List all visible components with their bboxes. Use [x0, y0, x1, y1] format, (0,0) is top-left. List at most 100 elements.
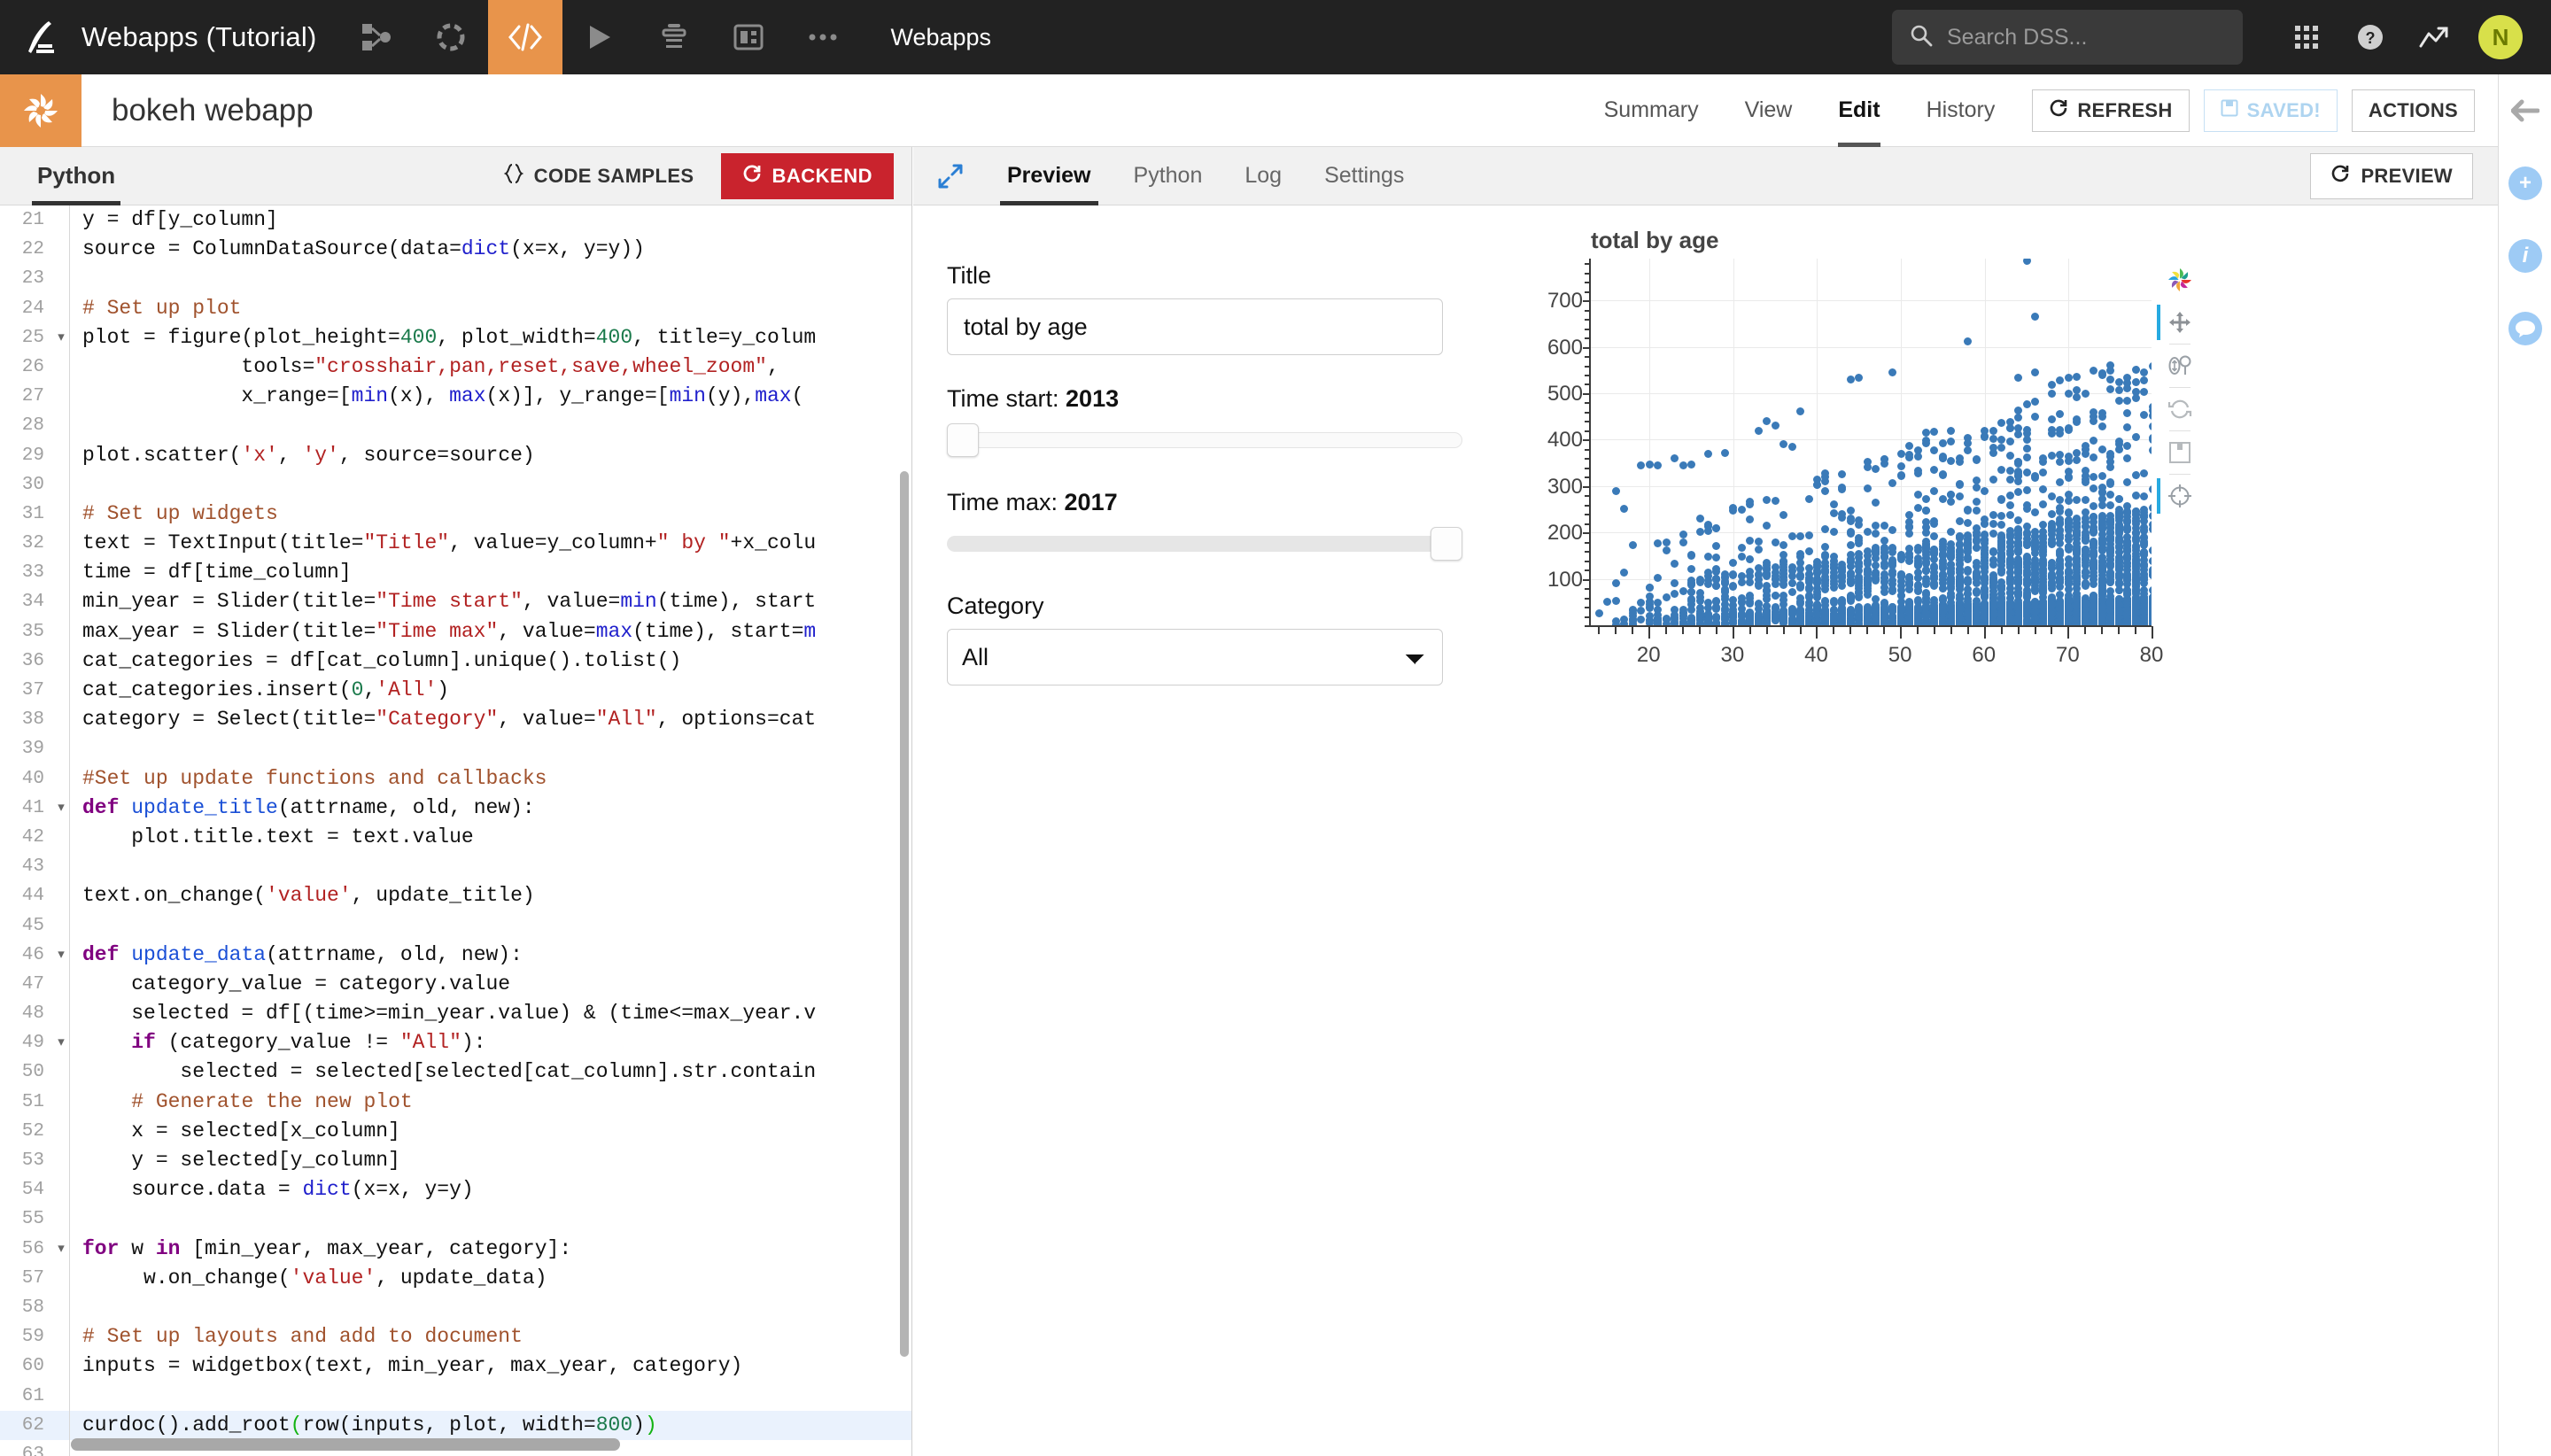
time-max-slider-handle[interactable]: [1431, 527, 1462, 561]
code-line[interactable]: 26 tools="crosshair,pan,reset,save,wheel…: [0, 352, 911, 383]
code-line[interactable]: 52 x = selected[x_column]: [0, 1116, 911, 1146]
code-line[interactable]: 27 x_range=[min(x), max(x)], y_range=[mi…: [0, 382, 911, 412]
refresh-button[interactable]: REFRESH: [2032, 89, 2190, 132]
code-line[interactable]: 43: [0, 852, 911, 882]
code-line[interactable]: 32 text = TextInput(title="Title", value=…: [0, 529, 911, 559]
code-line[interactable]: 22 source = ColumnDataSource(data=dict(x=…: [0, 235, 911, 265]
code-line[interactable]: 51 # Generate the new plot: [0, 1087, 911, 1117]
code-line[interactable]: 44 text.on_change('value', update_title): [0, 881, 911, 911]
dataiku-bird-icon[interactable]: [0, 0, 81, 74]
tab-edit[interactable]: Edit: [1815, 74, 1903, 147]
code-line[interactable]: 47 category_value = category.value: [0, 969, 911, 1000]
code-line[interactable]: 21 y = df[y_column]: [0, 205, 911, 236]
code-line[interactable]: 50 selected = selected[selected[cat_colu…: [0, 1057, 911, 1088]
backend-button[interactable]: BACKEND: [720, 152, 894, 199]
code-line[interactable]: 54 source.data = dict(x=x, y=y): [0, 1175, 911, 1205]
editor-vertical-scrollbar[interactable]: [900, 471, 909, 1357]
preview-button[interactable]: PREVIEW: [2310, 152, 2473, 199]
code-line[interactable]: 33 time = df[time_column]: [0, 558, 911, 588]
saved-button[interactable]: SAVED!: [2203, 89, 2338, 132]
code-line[interactable]: 25 ▾ plot = figure(plot_height=400, plot_w…: [0, 322, 911, 352]
tab-python[interactable]: Python: [1113, 147, 1224, 205]
flow-icon[interactable]: [339, 0, 414, 74]
code-editor[interactable]: 21 y = df[y_column] 22 source = ColumnDataS…: [0, 205, 911, 1456]
info-icon[interactable]: i: [2499, 220, 2551, 292]
code-line[interactable]: 39: [0, 734, 911, 764]
code-line[interactable]: 35 max_year = Slider(title="Time max", va…: [0, 616, 911, 647]
code-brackets-icon[interactable]: [488, 0, 563, 74]
title-input[interactable]: [947, 298, 1443, 355]
bokeh-plot[interactable]: total by age 100 200 300 400 500 600 700 20 30 40…: [1524, 227, 2233, 687]
plot-frame[interactable]: [1590, 259, 2152, 625]
editor-horizontal-scrollbar[interactable]: [71, 1438, 620, 1451]
code-line[interactable]: 29 plot.scatter('x', 'y', source=source): [0, 440, 911, 470]
time-start-slider-handle[interactable]: [947, 423, 979, 457]
tab-log[interactable]: Log: [1223, 147, 1303, 205]
tab-preview[interactable]: Preview: [986, 147, 1113, 205]
fold-toggle[interactable]: ▾: [53, 1235, 69, 1264]
time-max-slider[interactable]: [947, 525, 1478, 562]
code-line[interactable]: 45: [0, 910, 911, 941]
collapse-arrow-icon[interactable]: [2499, 74, 2551, 147]
code-line[interactable]: 23: [0, 264, 911, 294]
code-line[interactable]: 59 # Set up layouts and add to document: [0, 1322, 911, 1352]
tab-summary[interactable]: Summary: [1581, 74, 1722, 147]
grid-apps-icon[interactable]: [2275, 0, 2338, 74]
play-icon[interactable]: [562, 0, 637, 74]
wheel-zoom-icon[interactable]: [2160, 345, 2199, 387]
code-line[interactable]: 24 # Set up plot: [0, 293, 911, 323]
crosshair-icon[interactable]: [2157, 475, 2199, 517]
fold-toggle[interactable]: ▾: [53, 1028, 69, 1057]
code-line[interactable]: 34 min_year = Slider(title="Time start", …: [0, 587, 911, 617]
scatter-point: [1922, 495, 1930, 504]
code-line[interactable]: 62 curdoc().add_root(row(inputs, plot, wi…: [0, 1410, 911, 1440]
save-floppy-icon[interactable]: [2160, 431, 2199, 474]
fold-toggle[interactable]: ▾: [53, 323, 69, 352]
code-line[interactable]: 49 ▾ if (category_value != "All"):: [0, 1028, 911, 1058]
tab-settings[interactable]: Settings: [1303, 147, 1425, 205]
code-line[interactable]: 42 plot.title.text = text.value: [0, 822, 911, 853]
tab-python-code[interactable]: Python: [31, 147, 121, 205]
code-line[interactable]: 41 ▾ def update_title(attrname, old, new):: [0, 793, 911, 823]
code-line[interactable]: 36 cat_categories = df[cat_column].unique…: [0, 646, 911, 676]
project-title[interactable]: Webapps (Tutorial): [81, 21, 339, 53]
pan-move-icon[interactable]: [2157, 301, 2199, 344]
code-line[interactable]: 60 inputs = widgetbox(text, min_year, max…: [0, 1351, 911, 1382]
fold-toggle[interactable]: ▾: [53, 794, 69, 823]
avatar[interactable]: N: [2478, 15, 2523, 59]
help-question-icon[interactable]: ?: [2338, 0, 2402, 74]
actions-button[interactable]: ACTIONS: [2351, 89, 2475, 132]
scatter-point: [1746, 515, 1755, 523]
code-line[interactable]: 40 #Set up update functions and callbacks: [0, 763, 911, 794]
code-line[interactable]: 57 w.on_change('value', update_data): [0, 1263, 911, 1293]
code-line[interactable]: 28: [0, 411, 911, 441]
jobs-icon[interactable]: [637, 0, 711, 74]
trending-up-icon[interactable]: [2402, 0, 2466, 74]
dashboard-icon[interactable]: [711, 0, 786, 74]
tab-history[interactable]: History: [1904, 74, 2019, 147]
search-box[interactable]: [1892, 10, 2243, 65]
more-dots-icon[interactable]: [786, 0, 860, 74]
reset-icon[interactable]: [2160, 388, 2199, 430]
fold-toggle[interactable]: ▾: [53, 941, 69, 970]
code-line[interactable]: 46 ▾ def update_data(attrname, old, new):: [0, 940, 911, 970]
add-plus-icon[interactable]: +: [2499, 147, 2551, 220]
code-line[interactable]: 37 cat_categories.insert(0,'All'): [0, 676, 911, 706]
code-line[interactable]: 56 ▾ for w in [min_year, max_year, categor…: [0, 1234, 911, 1264]
code-line[interactable]: 53 y = selected[y_column]: [0, 1146, 911, 1176]
tab-view[interactable]: View: [1722, 74, 1816, 147]
code-line[interactable]: 48 selected = df[(time>=min_year.value) …: [0, 999, 911, 1029]
code-line[interactable]: 61: [0, 1381, 911, 1411]
code-line[interactable]: 30: [0, 469, 911, 500]
recipe-circle-icon[interactable]: [414, 0, 488, 74]
search-input[interactable]: [1947, 24, 2213, 50]
code-line[interactable]: 58: [0, 1292, 911, 1323]
code-samples-button[interactable]: CODE SAMPLES: [503, 163, 694, 190]
code-line[interactable]: 55: [0, 1204, 911, 1235]
discussions-icon[interactable]: [2499, 292, 2551, 365]
expand-arrows-icon[interactable]: [938, 164, 963, 189]
code-line[interactable]: 38 category = Select(title="Category", va…: [0, 705, 911, 735]
time-start-slider[interactable]: [947, 422, 1478, 459]
category-select[interactable]: All: [947, 629, 1443, 685]
code-line[interactable]: 31 # Set up widgets: [0, 499, 911, 530]
